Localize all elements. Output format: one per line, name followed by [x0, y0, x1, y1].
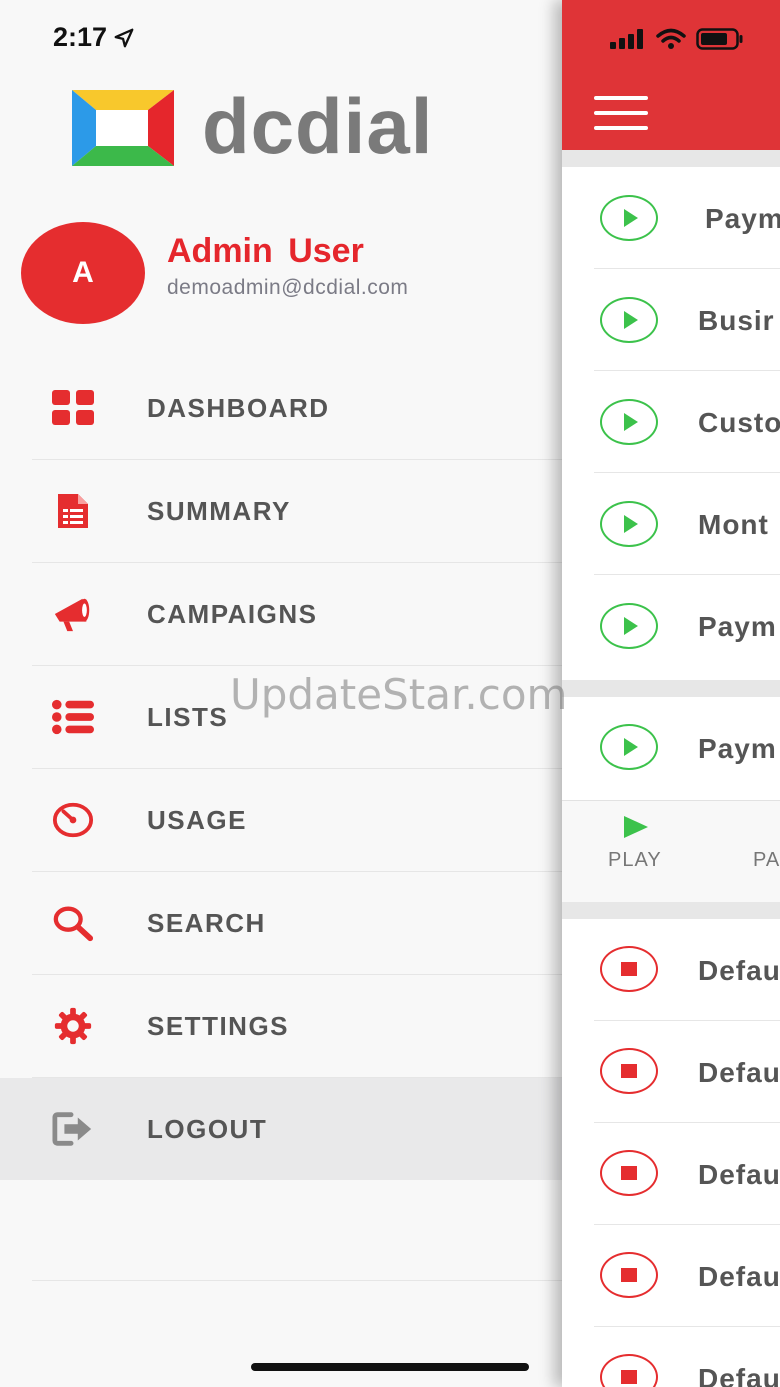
document-icon — [52, 490, 94, 532]
menu-item-settings[interactable]: SETTINGS — [32, 975, 562, 1078]
campaign-name: Paym — [698, 733, 777, 764]
campaign-row[interactable]: Paym — [562, 167, 780, 269]
menu-label-lists: LISTS — [147, 701, 229, 732]
play-button[interactable]: PLAY — [608, 815, 662, 872]
play-status-icon — [600, 195, 658, 241]
campaign-name: Custo — [698, 407, 780, 438]
campaign-row[interactable]: Mont — [562, 473, 780, 575]
active-campaigns-card: Paym Busir Custo Mont Paym — [562, 167, 780, 680]
user-name: Admin User — [167, 232, 364, 270]
campaign-row[interactable]: Defau — [562, 1327, 780, 1387]
dcdial-logo — [72, 90, 174, 166]
play-status-icon — [600, 603, 658, 649]
brand-name: dcdial — [202, 82, 434, 170]
stop-status-icon — [600, 1354, 658, 1387]
gear-icon — [52, 1005, 94, 1047]
campaign-name: Defau — [698, 1363, 780, 1387]
campaign-name: Defau — [698, 1057, 780, 1088]
menu-label-dashboard: DASHBOARD — [147, 392, 330, 423]
campaigns-panel: Paym Busir Custo Mont Paym Paym PLAY PA … — [562, 0, 780, 1387]
pause-button[interactable]: PA — [753, 815, 780, 872]
campaign-name: Paym — [705, 203, 780, 234]
campaign-row[interactable]: Paym — [562, 575, 780, 677]
home-indicator[interactable] — [251, 1363, 529, 1371]
location-arrow-icon — [114, 28, 134, 47]
wifi-icon — [656, 28, 686, 49]
battery-icon — [696, 28, 743, 50]
section-separator — [562, 680, 780, 697]
menu-label-campaigns: CAMPAIGNS — [147, 598, 318, 629]
stop-status-icon — [600, 946, 658, 992]
campaign-row[interactable]: Defau — [562, 919, 780, 1021]
play-status-icon — [600, 724, 658, 770]
campaign-row[interactable]: Custo — [562, 371, 780, 473]
campaign-name: Busir — [698, 305, 775, 336]
play-label: PLAY — [608, 849, 662, 871]
divider — [32, 1280, 562, 1281]
menu-item-dashboard[interactable]: DASHBOARD — [32, 357, 562, 460]
menu-label-logout: LOGOUT — [147, 1113, 268, 1144]
campaign-controls: PLAY PA — [562, 800, 780, 903]
play-status-icon — [600, 501, 658, 547]
megaphone-icon — [52, 593, 94, 635]
campaign-name: Mont — [698, 509, 769, 540]
logout-icon — [52, 1108, 94, 1150]
menu-label-settings: SETTINGS — [147, 1010, 290, 1041]
search-icon — [52, 902, 94, 944]
campaign-row[interactable]: Defau — [562, 1123, 780, 1225]
avatar[interactable]: A — [21, 222, 145, 324]
gauge-icon — [52, 799, 94, 841]
pause-label: PA — [753, 849, 780, 871]
stopped-campaigns-card: Defau Defau Defau Defau Defau — [562, 919, 780, 1387]
menu-item-search[interactable]: SEARCH — [32, 872, 562, 975]
campaign-row[interactable]: Defau — [562, 1225, 780, 1327]
menu-item-usage[interactable]: USAGE — [32, 769, 562, 872]
menu-label-summary: SUMMARY — [147, 495, 291, 526]
status-time: 2:17 — [53, 22, 135, 53]
campaign-row-selected[interactable]: Paym — [562, 697, 780, 799]
campaign-name: Paym — [698, 611, 777, 642]
play-icon — [623, 816, 648, 838]
stop-status-icon — [600, 1048, 658, 1094]
section-separator — [562, 150, 780, 167]
menu-item-summary[interactable]: SUMMARY — [32, 460, 562, 563]
selected-campaign-card: Paym — [562, 697, 780, 800]
stop-status-icon — [600, 1150, 658, 1196]
play-status-icon — [600, 297, 658, 343]
section-separator — [562, 902, 780, 919]
status-icons — [610, 28, 744, 50]
user-email: demoadmin@dcdial.com — [167, 276, 409, 299]
play-status-icon — [600, 399, 658, 445]
menu-label-search: SEARCH — [147, 907, 266, 938]
stop-status-icon — [600, 1252, 658, 1298]
grid-icon — [52, 387, 94, 429]
campaign-row[interactable]: Busir — [562, 269, 780, 371]
watermark: UpdateStar.com — [230, 670, 568, 719]
campaign-name: Defau — [698, 1261, 780, 1292]
drawer-menu: DASHBOARD SUMMARY CAMPAIGNS LISTS USAGE — [0, 357, 562, 1180]
menu-item-campaigns[interactable]: CAMPAIGNS — [32, 563, 562, 666]
campaign-name: Defau — [698, 1159, 780, 1190]
hamburger-menu-button[interactable] — [594, 96, 648, 130]
header-bar — [562, 0, 780, 150]
list-icon — [52, 696, 94, 738]
campaign-name: Defau — [698, 955, 780, 986]
campaign-row[interactable]: Defau — [562, 1021, 780, 1123]
menu-label-usage: USAGE — [147, 804, 247, 835]
cellular-signal-icon — [610, 29, 643, 49]
menu-item-logout[interactable]: LOGOUT — [0, 1078, 562, 1180]
